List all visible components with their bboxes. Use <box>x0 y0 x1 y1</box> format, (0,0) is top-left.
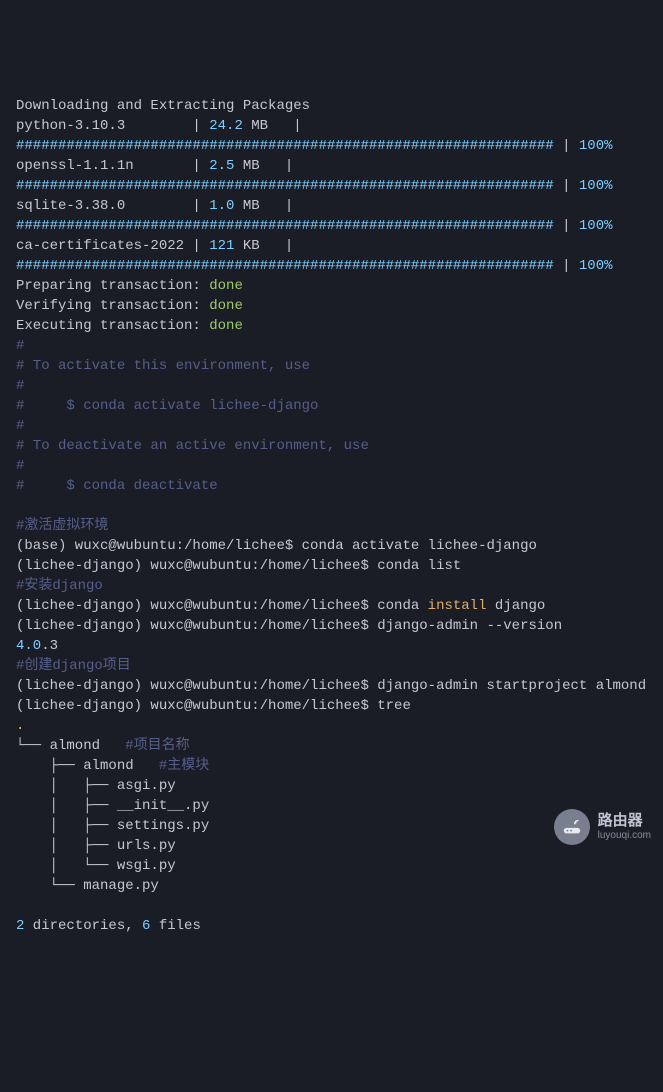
instruction-line: # <box>16 378 24 394</box>
tree-line: └── manage.py <box>16 878 159 894</box>
tree-line: └── almond #项目名称 <box>16 738 190 754</box>
transaction-line: Verifying transaction: done <box>16 298 243 314</box>
pkg-row: sqlite-3.38.0 | 1.0 MB | <box>16 198 293 214</box>
comment-activate-env: #激活虚拟环境 <box>16 518 108 534</box>
router-icon <box>554 809 590 845</box>
prompt-line: (lichee-django) wuxc@wubuntu:/home/liche… <box>16 598 545 614</box>
header-line: Downloading and Extracting Packages <box>16 98 310 114</box>
progress-row: ########################################… <box>16 178 613 194</box>
prompt-line: (base) wuxc@wubuntu:/home/lichee$ conda … <box>16 538 537 554</box>
summary-line: 2 directories, 6 files <box>16 918 201 934</box>
progress-row: ########################################… <box>16 258 613 274</box>
transaction-line: Preparing transaction: done <box>16 278 243 294</box>
transaction-line: Executing transaction: done <box>16 318 243 334</box>
prompt-line: (lichee-django) wuxc@wubuntu:/home/liche… <box>16 618 562 634</box>
tree-root: . <box>16 718 24 734</box>
instruction-line: # To activate this environment, use <box>16 358 310 374</box>
tree-line: │ ├── settings.py <box>16 818 209 834</box>
prompt-line: (lichee-django) wuxc@wubuntu:/home/liche… <box>16 558 461 574</box>
tree-line: │ ├── asgi.py <box>16 778 176 794</box>
tree-line: │ ├── __init__.py <box>16 798 209 814</box>
comment-install-django: #安装django <box>16 578 103 594</box>
instruction-line: # $ conda deactivate <box>16 478 218 494</box>
watermark: 路由器 luyouqi.com <box>554 809 651 845</box>
progress-row: ########################################… <box>16 138 613 154</box>
terminal-output: Downloading and Extracting Packages pyth… <box>16 96 647 936</box>
pkg-row: python-3.10.3 | 24.2 MB | <box>16 118 302 134</box>
prompt-line: (lichee-django) wuxc@wubuntu:/home/liche… <box>16 698 411 714</box>
version-output: 4.0.3 <box>16 638 58 654</box>
instruction-line: # <box>16 338 24 354</box>
comment-create-project: #创建django项目 <box>16 658 131 674</box>
pkg-row: ca-certificates-2022 | 121 KB | <box>16 238 293 254</box>
tree-line: ├── almond #主模块 <box>16 758 209 774</box>
pkg-row: openssl-1.1.1n | 2.5 MB | <box>16 158 293 174</box>
instruction-line: # <box>16 418 24 434</box>
tree-line: │ └── wsgi.py <box>16 858 176 874</box>
instruction-line: # $ conda activate lichee-django <box>16 398 318 414</box>
progress-row: ########################################… <box>16 218 613 234</box>
instruction-line: # <box>16 458 24 474</box>
watermark-text: 路由器 luyouqi.com <box>598 813 651 841</box>
instruction-line: # To deactivate an active environment, u… <box>16 438 369 454</box>
prompt-line: (lichee-django) wuxc@wubuntu:/home/liche… <box>16 678 646 694</box>
tree-line: │ ├── urls.py <box>16 838 176 854</box>
